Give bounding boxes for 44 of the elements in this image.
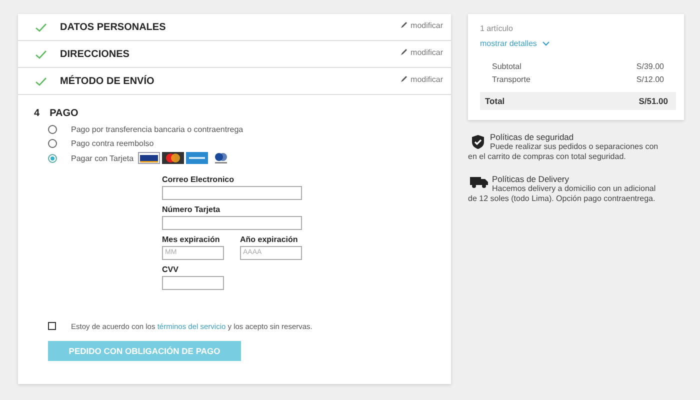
step-title: PAGO: [50, 108, 78, 119]
line-value: S/39.00: [636, 62, 664, 73]
policy-title: Políticas de seguridad: [490, 132, 575, 142]
modify-link[interactable]: modificar: [400, 20, 443, 30]
total-label: Total: [485, 96, 505, 106]
option-label: Pago contra reembolso: [71, 139, 154, 148]
modify-link[interactable]: modificar: [400, 74, 443, 84]
field-label: Mes expiración: [162, 234, 221, 244]
total-value: S/51.00: [638, 96, 668, 106]
line-value: S/12.00: [636, 75, 664, 86]
field-label: Correo Electronico: [162, 174, 236, 184]
radio-button[interactable]: [48, 124, 57, 134]
field-label: Año expiración: [240, 234, 299, 244]
credit-card-icon: [162, 152, 184, 164]
line-label: Subtotal: [492, 62, 522, 73]
option-label: Pago por transferencia bancaria o contraentrega: [71, 124, 244, 134]
pencil-icon: [400, 75, 408, 83]
policy-text: Hacemos delivery a domicilio con un adicional de 12 soles (todo Lima). Opción pago contraentrega.: [468, 184, 656, 203]
step-title: DIRECCIONES: [60, 48, 130, 60]
credit-card-icon: [186, 152, 208, 164]
field-label: Número Tarjeta: [162, 204, 222, 214]
policy-text: Puede realizar sus pedidos o separaciones con en el carrito de compras con total seguridad.: [468, 142, 658, 161]
input-field[interactable]: [162, 216, 302, 230]
option-label: Pagar con Tarjeta: [71, 154, 134, 163]
step-title: DATOS PERSONALES: [60, 22, 167, 32]
checkbox[interactable]: [48, 322, 56, 330]
input-field[interactable]: [162, 276, 224, 290]
line-label: Transporte: [492, 75, 530, 86]
pencil-icon: [400, 48, 408, 56]
chevron-down-icon: [542, 41, 550, 46]
pencil-icon: [400, 21, 408, 29]
step-number: 4: [34, 108, 40, 119]
credit-card-icon: [138, 152, 160, 164]
step-title: MÉTODO DE ENVÍO: [60, 76, 156, 86]
field-label: CVV: [162, 264, 180, 274]
shield-check-icon: [470, 134, 486, 150]
modify-link[interactable]: modificar: [400, 48, 443, 56]
policy-title: Políticas de Delivery: [492, 174, 570, 184]
show-details-link[interactable]: mostrar detalles: [480, 39, 550, 48]
radio-button[interactable]: [48, 154, 57, 163]
radio-button[interactable]: [48, 139, 57, 148]
input-field[interactable]: [162, 186, 302, 200]
truck-icon: [470, 176, 488, 188]
item-count: 1 artículo: [480, 24, 513, 33]
